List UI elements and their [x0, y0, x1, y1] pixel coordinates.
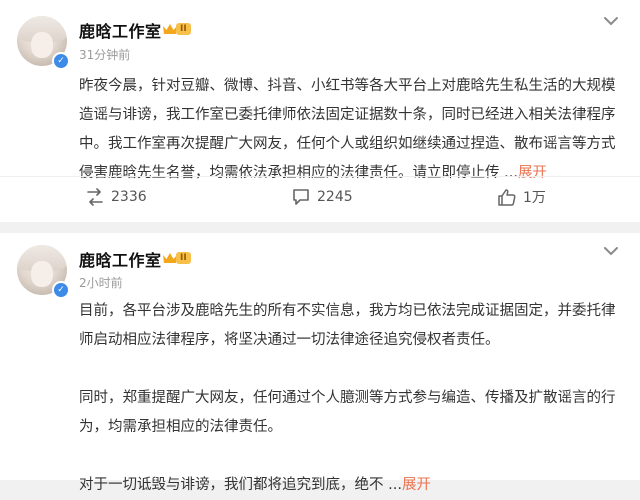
repost-button[interactable]: 2336: [85, 177, 147, 217]
comment-button[interactable]: 2245: [291, 177, 353, 217]
post-content: 目前，各平台涉及鹿晗先生的所有不实信息，我方均已依法完成证据固定，并委托律师启动…: [79, 297, 619, 500]
rank-badge: II: [162, 22, 191, 36]
action-bar: 2336 2245 1万: [0, 176, 640, 217]
like-button[interactable]: 1万: [497, 177, 546, 217]
author-name[interactable]: 鹿晗工作室: [79, 247, 162, 271]
comment-count: 2245: [317, 189, 353, 205]
expand-link[interactable]: 展开: [402, 477, 431, 493]
post-paragraph: 对于一切诋毁与诽谤，我们都将追究到底，绝不 ...: [79, 477, 402, 493]
post-time: 31分钟前: [79, 48, 131, 62]
like-count: 1万: [523, 190, 546, 206]
post-card-2: ✓ 鹿晗工作室 II 2小时前 目前，各平台涉及鹿晗先生的所有不实信息，我方均已…: [0, 233, 640, 493]
chevron-down-icon[interactable]: [603, 16, 619, 26]
rank-badge: II: [162, 251, 191, 265]
verified-icon: ✓: [52, 52, 70, 70]
author-name[interactable]: 鹿晗工作室: [79, 18, 162, 42]
post-time: 2小时前: [79, 276, 123, 290]
post-card-1: ✓ 鹿晗工作室 II 31分钟前 昨夜今晨，针对豆瓣、微博、抖音、小红书等各大平…: [0, 0, 640, 222]
like-icon: [498, 189, 516, 206]
repost-count: 2336: [111, 189, 147, 205]
verified-icon: ✓: [52, 281, 70, 299]
post-paragraph: 同时，郑重提醒广大网友，任何通过个人臆测等方式参与编造、传播及扩散谣言的行为，均…: [79, 390, 616, 435]
comment-icon: [293, 189, 309, 205]
post-content: 昨夜今晨，针对豆瓣、微博、抖音、小红书等各大平台上对鹿晗先生私生活的大规模造谣与…: [79, 72, 619, 188]
chevron-down-icon[interactable]: [603, 246, 619, 256]
repost-icon: [87, 188, 103, 206]
post-paragraph: 目前，各平台涉及鹿晗先生的所有不实信息，我方均已依法完成证据固定，并委托律师启动…: [79, 303, 616, 348]
